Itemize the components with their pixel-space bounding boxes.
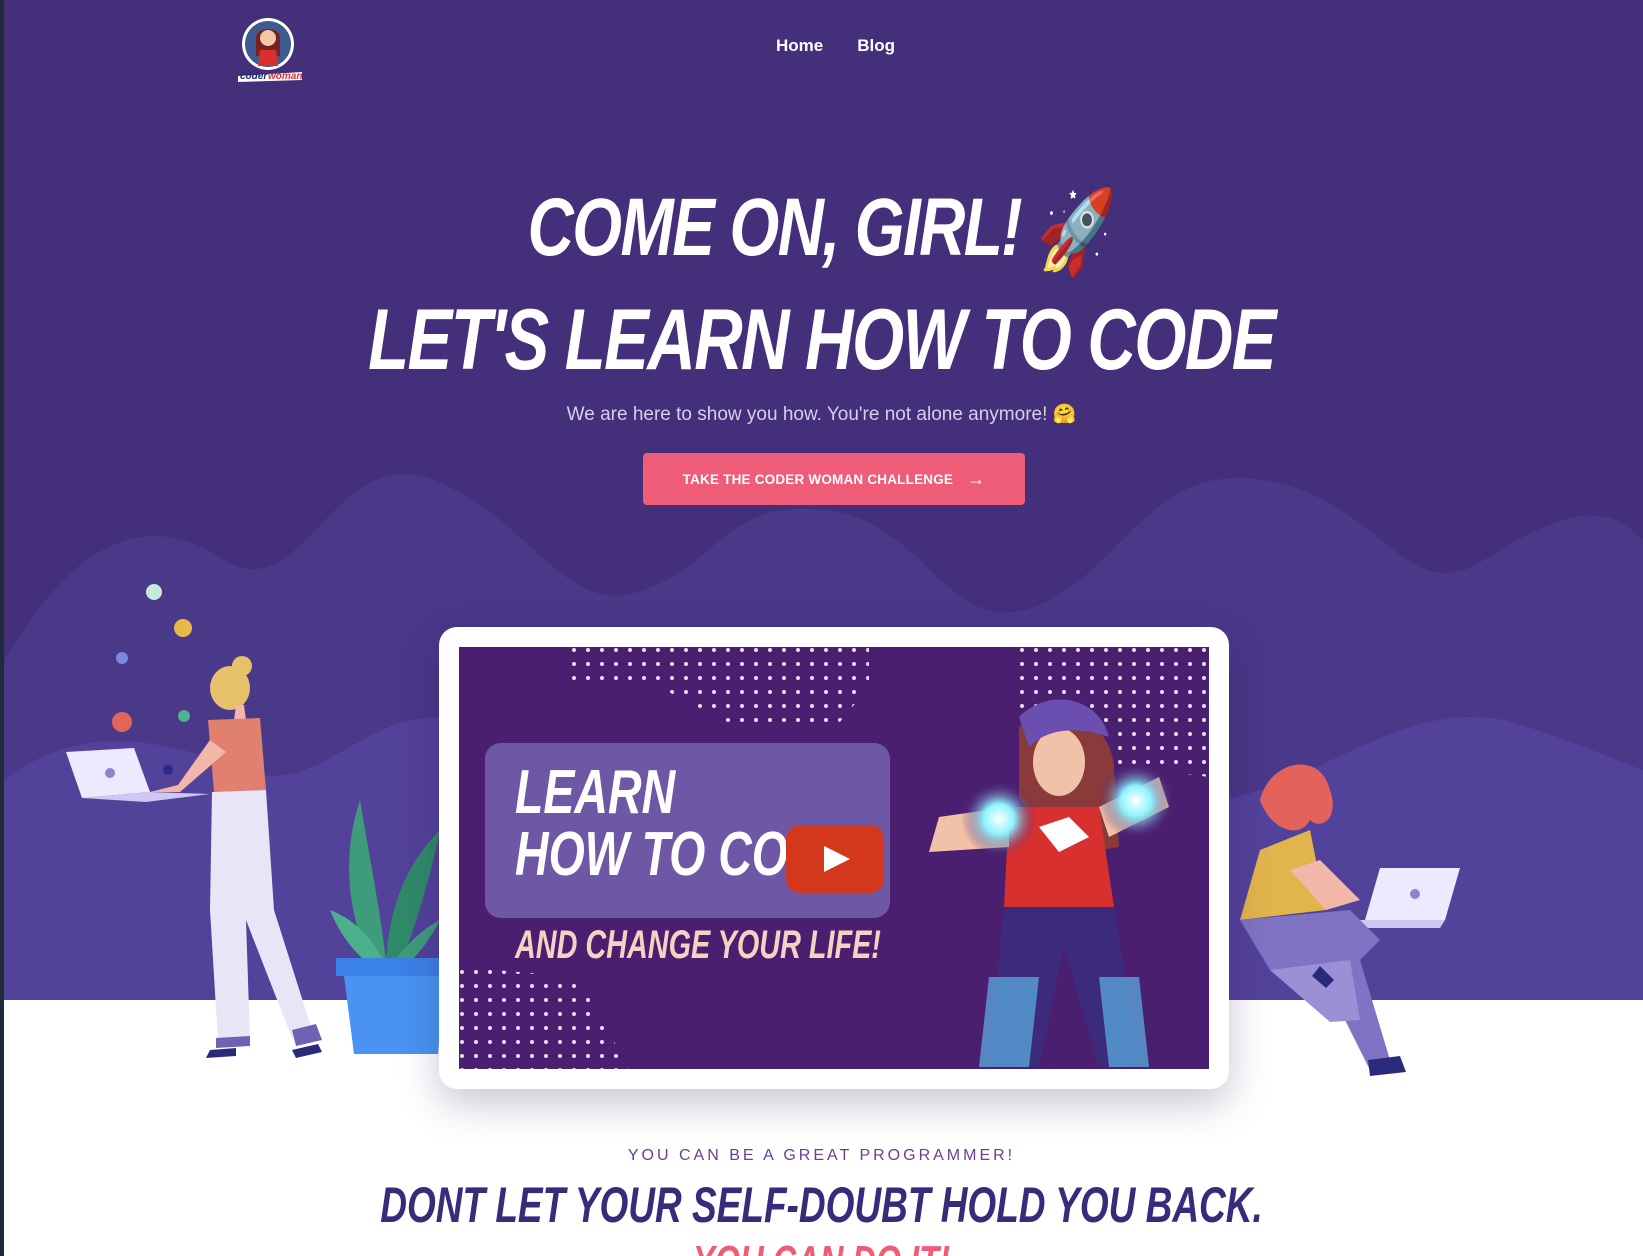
section-subtitle: You can do it! (214, 1237, 1430, 1256)
woman-with-laptop-illustration (66, 584, 322, 1058)
dot-decoration (163, 765, 173, 775)
main-nav: Home Blog (776, 36, 895, 56)
challenge-cta-button[interactable]: TAKE THE CODER WOMAN CHALLENGE → (643, 453, 1025, 505)
page: coder woman Home Blog Come on, girl! 🚀 L… (0, 0, 1643, 1256)
rocket-icon: 🚀 (1037, 187, 1117, 279)
dot-decoration (174, 619, 192, 637)
dot-decoration (116, 652, 128, 664)
hero-subtitle: We are here to show you how. You're not … (566, 404, 1077, 425)
video-title-line-2: How to co (515, 820, 788, 889)
coderwoman-logo[interactable]: coder woman (234, 16, 306, 82)
youtube-play-icon[interactable] (786, 825, 884, 893)
arrow-right-icon: → (967, 469, 986, 489)
dot-decoration (146, 584, 162, 600)
youtube-video-embed[interactable]: Learn How to co And change your life! (459, 647, 1209, 1069)
potted-plant-illustration (330, 800, 445, 1054)
nav-home-link[interactable]: Home (776, 36, 823, 56)
video-card: Learn How to co And change your life! (439, 627, 1229, 1089)
hero-title-text-1: Come on, girl! (527, 182, 1023, 273)
cta-label: TAKE THE CODER WOMAN CHALLENGE (682, 471, 954, 487)
video-title-line-1: Learn (515, 758, 676, 827)
section-eyebrow: YOU CAN BE A GREAT PROGRAMMER! (627, 1147, 1016, 1164)
section-title: Dont let your self-doubt hold you back. (380, 1177, 1263, 1233)
dot-decoration (178, 710, 190, 722)
nav-blog-link[interactable]: Blog (857, 36, 895, 56)
svg-text:coder: coder (240, 71, 268, 82)
dot-decoration (112, 712, 132, 732)
woman-sitting-with-laptop-illustration (1240, 764, 1460, 1076)
video-title-line-3: And change your life! (515, 923, 881, 967)
hero-title-line-1: Come on, girl! 🚀 (181, 178, 1463, 283)
hero-title-line-2: Let's learn how to code (368, 292, 1276, 388)
svg-text:woman: woman (268, 71, 302, 82)
